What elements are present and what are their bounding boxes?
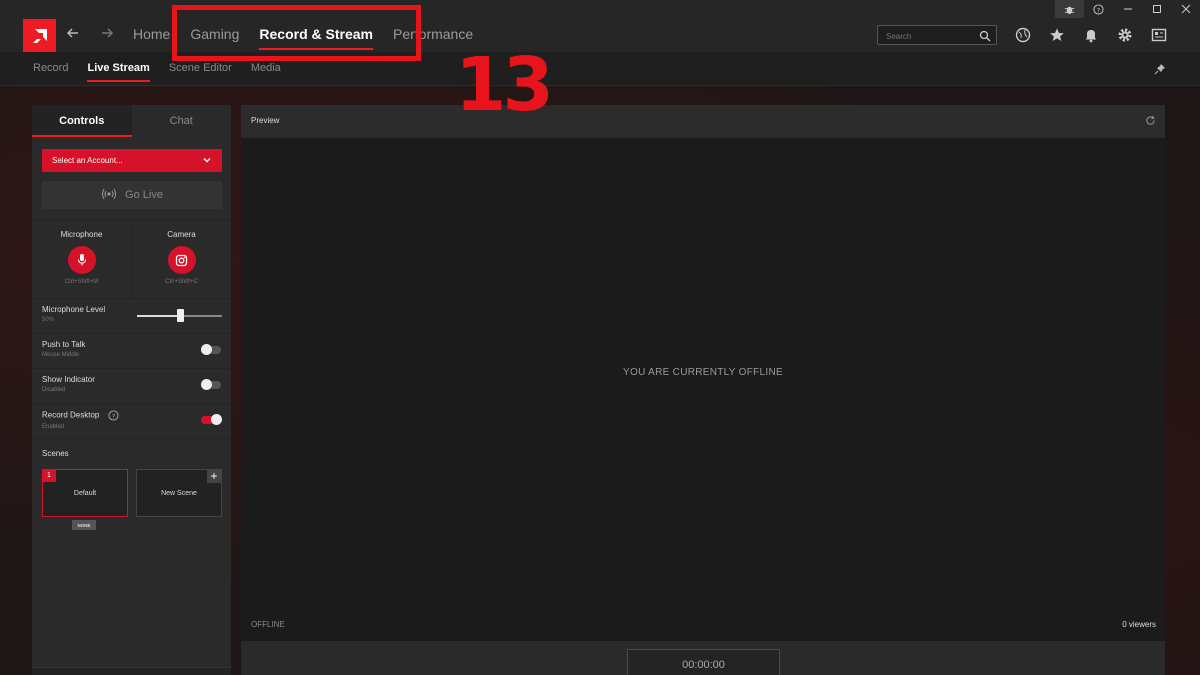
- new-scene-button[interactable]: + New Scene: [136, 469, 222, 517]
- microphone-icon: [77, 254, 86, 266]
- microphone-label: Microphone: [60, 230, 103, 239]
- scene-hotkey-badge: NONE: [72, 520, 96, 530]
- record-desktop-toggle[interactable]: [201, 414, 222, 425]
- push-to-talk-toggle[interactable]: [201, 344, 221, 355]
- mic-level-thumb[interactable]: [176, 309, 184, 322]
- subnav-record[interactable]: Record: [33, 62, 68, 82]
- close-icon[interactable]: [1171, 0, 1200, 18]
- microphone-hotkey: Ctrl+Shift+M: [64, 279, 99, 285]
- camera-hotkey: Ctrl+Shift+C: [165, 279, 198, 285]
- subnav-scene-editor[interactable]: Scene Editor: [169, 62, 232, 82]
- star-icon[interactable]: [1048, 26, 1066, 44]
- stream-status: OFFLINE: [251, 620, 285, 629]
- scenes-label: Scenes: [42, 449, 69, 458]
- tab-chat[interactable]: Chat: [132, 105, 232, 137]
- account-icon[interactable]: [1150, 26, 1168, 44]
- annotation-step-number: 13: [455, 42, 554, 128]
- gear-icon[interactable]: [1116, 26, 1134, 44]
- bug-icon[interactable]: [1055, 0, 1084, 18]
- help-icon[interactable]: ?: [1084, 0, 1113, 18]
- sub-nav: Record Live Stream Scene Editor Media: [33, 62, 300, 82]
- broadcast-icon: [101, 188, 117, 203]
- push-to-talk-setting: Push to Talk Mouse Middle: [32, 334, 231, 369]
- preview-area: YOU ARE CURRENTLY OFFLINE OFFLINE 0 view…: [241, 138, 1165, 641]
- mic-level-fill: [137, 315, 180, 317]
- scene-default-label: Default: [73, 489, 97, 497]
- bell-icon[interactable]: [1082, 26, 1100, 44]
- camera-button[interactable]: [167, 246, 196, 274]
- offline-message: YOU ARE CURRENTLY OFFLINE: [623, 367, 783, 378]
- record-desktop-sub: Enabled: [42, 424, 65, 430]
- preview-title: Preview: [251, 116, 280, 125]
- camera-label: Camera: [167, 230, 196, 239]
- scene-number-badge: 1: [42, 469, 56, 482]
- preview-header: Preview: [241, 105, 1165, 138]
- pin-icon[interactable]: [1154, 62, 1166, 80]
- panel-tabs: Controls Chat: [32, 105, 231, 137]
- plus-icon[interactable]: +: [207, 470, 221, 483]
- globe-icon[interactable]: [1014, 26, 1032, 44]
- camera-control: Camera Ctrl+Shift+C: [132, 220, 231, 298]
- refresh-icon[interactable]: [1145, 115, 1156, 128]
- chevron-down-icon: [202, 155, 212, 167]
- controls-panel: Controls Chat Select an Account... Go Li…: [32, 105, 231, 675]
- forward-arrow-icon[interactable]: [100, 25, 114, 45]
- subnav-media[interactable]: Media: [251, 62, 281, 82]
- tab-controls[interactable]: Controls: [32, 105, 132, 137]
- minimize-icon[interactable]: [1113, 0, 1142, 18]
- camera-icon: [175, 254, 188, 266]
- back-arrow-icon[interactable]: [66, 25, 80, 45]
- nav-home[interactable]: Home: [133, 26, 170, 50]
- preview-panel: Preview YOU ARE CURRENTLY OFFLINE OFFLIN…: [241, 105, 1165, 675]
- microphone-button[interactable]: [67, 246, 96, 274]
- stream-timer: 00:00:00: [627, 649, 780, 675]
- go-live-button[interactable]: Go Live: [42, 181, 222, 209]
- push-to-talk-label: Push to Talk: [42, 340, 86, 349]
- microphone-level-setting: Microphone Level 50%: [32, 299, 231, 334]
- svg-text:?: ?: [111, 412, 114, 420]
- show-indicator-sub: Disabled: [42, 387, 66, 393]
- amd-logo[interactable]: [23, 19, 56, 52]
- preview-footer: 00:00:00: [241, 641, 1165, 675]
- record-desktop-setting: Record Desktop ? Enabled: [32, 404, 231, 439]
- panel-footer: [32, 667, 231, 675]
- subnav-live-stream[interactable]: Live Stream: [87, 62, 149, 82]
- new-scene-label: New Scene: [161, 489, 197, 497]
- maximize-icon[interactable]: [1142, 0, 1171, 18]
- search-input[interactable]: [878, 27, 974, 46]
- show-indicator-toggle[interactable]: [201, 379, 221, 390]
- media-controls: Microphone Ctrl+Shift+M Camera Ctrl+Shif…: [32, 219, 231, 299]
- account-select[interactable]: Select an Account...: [42, 149, 222, 172]
- push-to-talk-sub: Mouse Middle: [42, 352, 80, 358]
- question-circle-icon[interactable]: ?: [108, 410, 119, 421]
- mic-level-slider[interactable]: [137, 309, 222, 322]
- mic-level-label: Microphone Level: [42, 305, 106, 314]
- top-icons: [1014, 26, 1168, 44]
- scene-default[interactable]: 1 Default: [42, 469, 128, 517]
- account-select-label: Select an Account...: [52, 156, 123, 165]
- svg-text:?: ?: [1097, 6, 1100, 14]
- annotation-highlight-box: [172, 5, 421, 61]
- window-controls: ?: [1055, 0, 1200, 18]
- show-indicator-label: Show Indicator: [42, 375, 95, 384]
- viewer-count: 0 viewers: [1122, 620, 1156, 629]
- search-icon[interactable]: [979, 29, 991, 47]
- record-desktop-label: Record Desktop: [42, 410, 100, 420]
- search-box[interactable]: [877, 25, 997, 47]
- mic-level-value: 50%: [42, 317, 55, 323]
- show-indicator-setting: Show Indicator Disabled: [32, 369, 231, 404]
- go-live-label: Go Live: [125, 189, 163, 201]
- microphone-control: Microphone Ctrl+Shift+M: [32, 220, 132, 298]
